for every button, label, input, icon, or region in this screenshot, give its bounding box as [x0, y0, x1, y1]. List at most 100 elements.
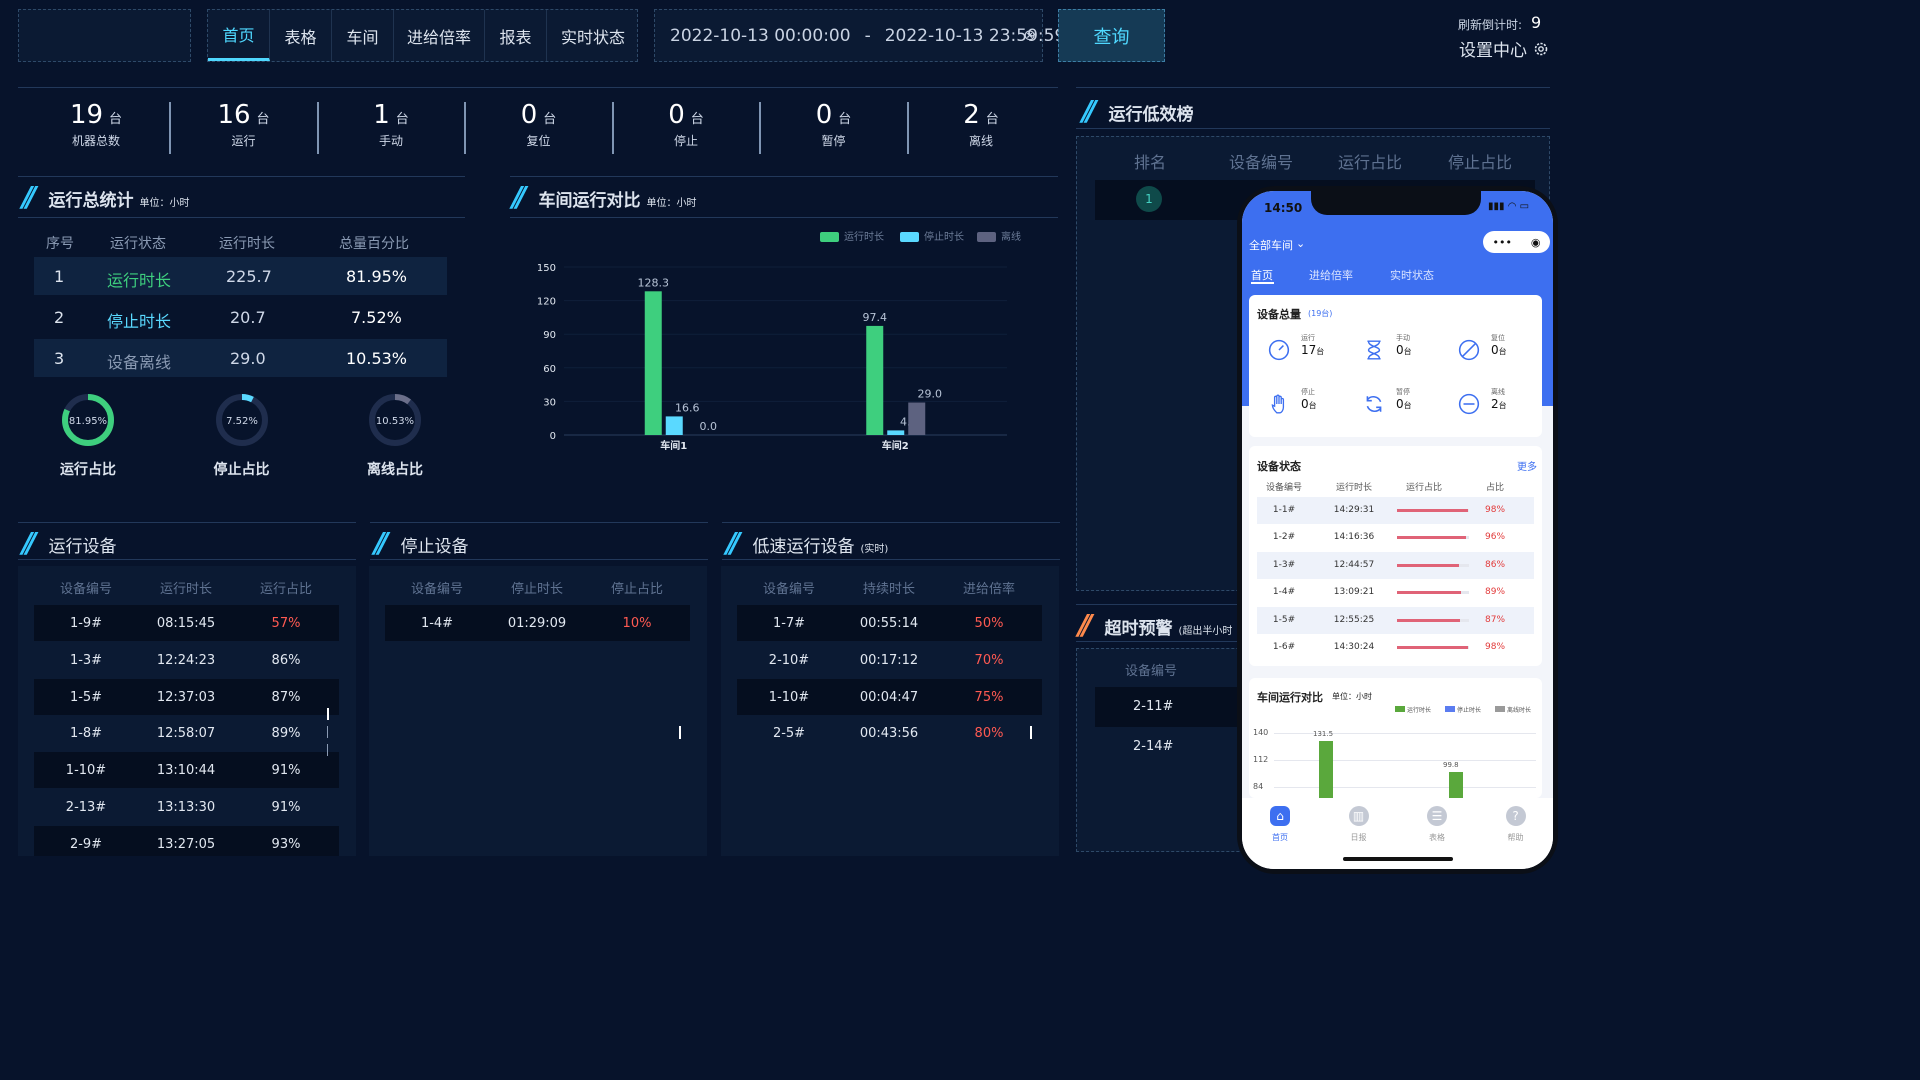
stopped-header: // 停止设备 [374, 526, 468, 559]
stat-6: 2 台离线 [907, 100, 1055, 149]
stat-value: 0 [668, 100, 685, 130]
target-icon[interactable]: ◉ [1531, 236, 1541, 249]
bar [665, 416, 683, 435]
stat-value-line: 2台 [907, 100, 1055, 130]
workshop-select-label: 全部车间 [1249, 239, 1293, 252]
table-row: 1-9# 08:15:45 57% [34, 605, 339, 641]
scrollbar[interactable] [679, 726, 681, 739]
lowspeed-title: 低速运行设备 [752, 537, 855, 557]
progress-fill [1397, 509, 1468, 512]
state-item: 复位 0台 [1458, 333, 1538, 367]
query-button[interactable]: 查询 [1058, 9, 1165, 62]
overtime-device-id: 2-14# [1133, 739, 1174, 754]
total-count: (19台) [1308, 309, 1333, 318]
y-tick-label: 0 [550, 431, 556, 442]
tab-report[interactable]: 报表 [485, 10, 547, 61]
scrollbar[interactable] [327, 726, 328, 738]
gauge-icon [1268, 339, 1290, 361]
status-row: 1-6# 14:30:24 98% [1257, 634, 1534, 661]
y-tick-label: 60 [543, 364, 556, 375]
tab-home[interactable]: 首页 [208, 10, 270, 61]
rank-badge: 1 [1136, 186, 1162, 212]
workshop-selector[interactable]: 全部车间 ⌄ [1249, 237, 1305, 253]
stat-value: 16 [217, 100, 251, 130]
date-end[interactable]: 2022-10-13 23:59:59 [885, 26, 1066, 46]
lowspeed-devices-panel: 设备编号 持续时长 进给倍率 1-7# 00:55:14 50% 2-10# 00:17:12… [721, 566, 1059, 856]
scrollbar[interactable] [1030, 726, 1032, 739]
phone-legend-swatch [1395, 706, 1405, 712]
tab-table[interactable]: 表格 [270, 10, 332, 61]
bottom-nav-item[interactable]: ⌂ 首页 [1260, 806, 1300, 846]
clear-icon[interactable]: ⊗ [1023, 26, 1036, 44]
stat-1: 16 台运行 [170, 100, 318, 149]
stat-unit: 台 [395, 112, 409, 127]
divider [510, 217, 1058, 218]
divider [18, 87, 1058, 88]
workshop-bar-chart: 运行时长 停止时长 离线 0 30 60 90 120 150 车间1 128.3 16.60.0 车间… [537, 230, 1021, 452]
table-row: 2-10# 00:17:12 70% [768, 652, 1004, 668]
phone-bar [1449, 771, 1463, 798]
divider [370, 522, 708, 523]
phone-bar-label: 131.5 [1313, 730, 1334, 739]
bottom-nav-item[interactable]: ▥ 日报 [1339, 806, 1379, 846]
stat-label: 离线 [968, 134, 993, 148]
more-link[interactable]: 更多 [1517, 458, 1537, 473]
date-separator: - [864, 25, 871, 46]
divider [18, 217, 465, 218]
divider [722, 522, 1060, 523]
state-value: 0 [1301, 397, 1309, 411]
row-hours: 29.0 [230, 349, 266, 368]
device-total-card: 设备总量 (19台) 运行 17台 手动 0台 复位 0台 停止 0台 暂停 0台 离线 2台 [1249, 295, 1542, 437]
phone-y-tick: 84 [1253, 782, 1264, 791]
state-unit: 台 [1403, 401, 1412, 410]
minus-circle-icon [1458, 393, 1480, 415]
divider [18, 559, 356, 560]
divider [510, 176, 1058, 177]
phone-y-tick: 140 [1253, 728, 1269, 737]
summary-col-status: 运行状态 [110, 236, 166, 252]
overtime-title: 超时预警 [1104, 619, 1173, 639]
state-unit: 台 [1498, 401, 1507, 410]
tab-feed-rate[interactable]: 进给倍率 [394, 10, 485, 61]
stat-0: 19 台机器总数 [22, 100, 170, 149]
state-value: 0 [1396, 397, 1404, 411]
divider [18, 176, 465, 177]
state-value-line: 0台 [1491, 343, 1507, 357]
phone-tab-home[interactable]: 首页 [1251, 267, 1273, 283]
state-unit: 台 [1308, 401, 1317, 410]
chevron-down-icon: ⌄ [1296, 237, 1306, 250]
phone-chart-card: 车间运行对比 单位：小时 运行时长 停止时长 离线时长 140 112 84 131.5 99… [1249, 678, 1542, 798]
status-row: 1-4# 13:09:21 89% [1257, 579, 1534, 607]
phone-tab-feed[interactable]: 进给倍率 [1309, 267, 1353, 283]
phone-notch [1311, 191, 1481, 215]
stat-value-line: 19 台 [22, 100, 170, 130]
bottom-nav-item[interactable]: ? 帮助 [1496, 806, 1536, 846]
section-slash-icon: // [374, 526, 389, 559]
more-dots-icon[interactable]: ••• [1492, 236, 1511, 249]
divider [18, 522, 356, 523]
stat-label: 机器总数 [71, 134, 120, 148]
date-range-picker[interactable]: 2022-10-13 00:00:00 - 2022-10-13 23:59:5… [654, 9, 1065, 62]
bottom-nav-item[interactable]: ☰ 表格 [1417, 806, 1457, 846]
phone-tab-realtime[interactable]: 实时状态 [1390, 267, 1434, 283]
stopped-devices-panel: 设备编号 停止时长 停止占比 1-4# 01:29:09 10% [369, 566, 707, 856]
state-item: 停止 0台 [1268, 387, 1348, 421]
status-row: 1-3# 12:44:57 86% [1257, 551, 1534, 579]
bar [908, 402, 926, 435]
home-icon: ⌂ [1270, 806, 1290, 826]
legend-swatch [977, 232, 996, 242]
scrollbar[interactable] [327, 708, 329, 720]
mini-program-capsule[interactable]: ••• ◉ [1483, 231, 1550, 253]
tab-realtime[interactable]: 实时状态 [547, 10, 639, 61]
settings-center-link[interactable]: 设置中心 [1459, 36, 1549, 61]
legend-label: 离线 [1001, 230, 1021, 243]
stat-2: 1 台手动 [317, 100, 465, 149]
status-title: 设备状态 [1257, 460, 1301, 473]
stat-unit: 台 [985, 112, 999, 127]
stat-3: 0 台复位 [465, 100, 613, 149]
date-start[interactable]: 2022-10-13 00:00:00 [670, 26, 851, 46]
scrollbar[interactable] [327, 744, 328, 756]
tab-workshop[interactable]: 车间 [332, 10, 394, 61]
table-row: 1-10# 13:10:44 91% [34, 752, 339, 789]
legend-swatch [820, 232, 839, 242]
